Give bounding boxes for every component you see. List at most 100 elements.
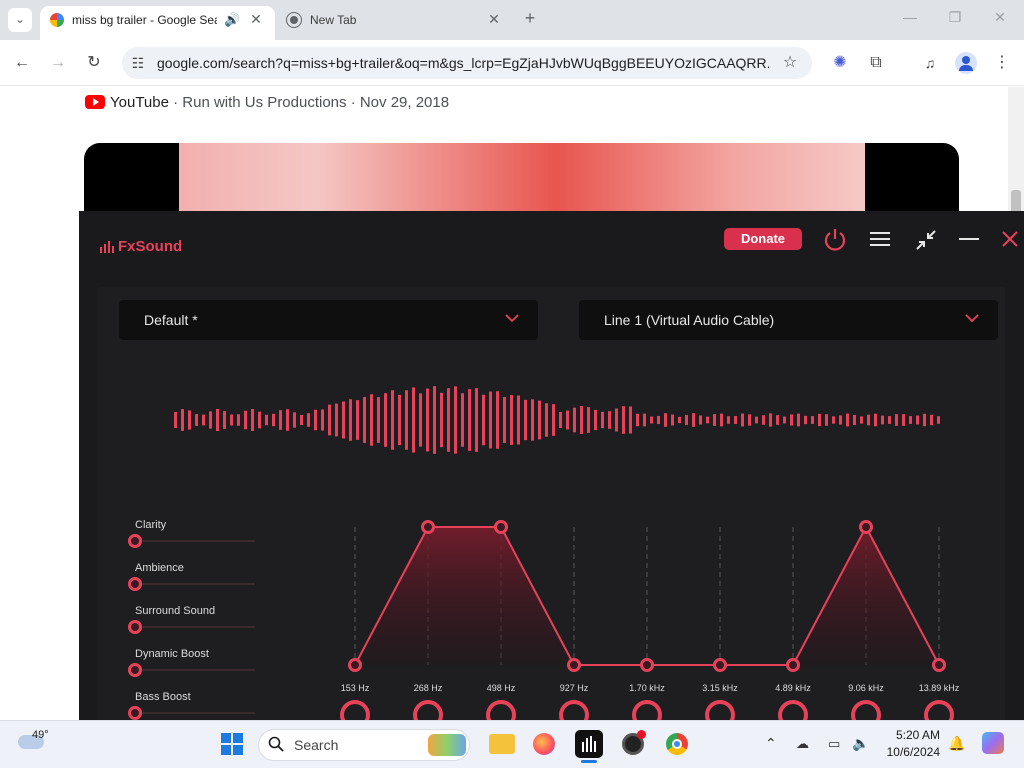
media-control-icon[interactable]: ♫ xyxy=(920,53,940,73)
eq-band-handle[interactable] xyxy=(786,658,800,672)
visualizer-bar xyxy=(734,416,737,424)
tab-title[interactable]: New Tab xyxy=(310,13,460,27)
search-placeholder[interactable]: Search xyxy=(294,737,338,753)
network-icon[interactable]: ▭ xyxy=(828,736,840,752)
close-tab-icon[interactable]: ✕ xyxy=(248,11,264,28)
eq-band-handle[interactable] xyxy=(713,658,727,672)
clock-date[interactable]: 10/6/2024 xyxy=(870,745,940,759)
visualizer-bar xyxy=(384,393,387,447)
file-explorer-icon[interactable] xyxy=(489,734,515,754)
close-tab-icon[interactable]: ✕ xyxy=(486,11,502,28)
firefox-icon[interactable] xyxy=(533,733,555,755)
url-text[interactable]: google.com/search?q=miss+bg+trailer&oq=m… xyxy=(157,55,769,71)
chevron-down-icon[interactable] xyxy=(965,310,979,326)
effect-slider-knob[interactable] xyxy=(128,534,142,548)
eq-band-handle[interactable] xyxy=(421,520,435,534)
visualizer-bar xyxy=(237,414,240,426)
visualizer-bar xyxy=(881,415,884,425)
visualizer-bar xyxy=(272,413,275,427)
effect-slider-track[interactable] xyxy=(135,669,255,671)
eq-band-handle[interactable] xyxy=(640,658,654,672)
eq-gain-dial[interactable] xyxy=(705,700,735,720)
chevron-up-icon[interactable]: ⌃ xyxy=(765,735,777,752)
effect-slider-track[interactable] xyxy=(135,540,255,542)
eq-gain-dial[interactable] xyxy=(778,700,808,720)
minimize-icon[interactable]: — xyxy=(900,9,920,25)
equalizer-graph[interactable]: 153 Hz 268 Hz 498 Hz 927 Hz 1.70 kHz 3.15 kHz… xyxy=(330,515,970,720)
effect-slider-track[interactable] xyxy=(135,626,255,628)
visualizer-bar xyxy=(279,410,282,430)
windows-start-icon[interactable] xyxy=(221,733,243,755)
close-window-icon[interactable]: ✕ xyxy=(990,9,1010,26)
donate-button[interactable]: Donate xyxy=(724,228,802,250)
visualizer-bar xyxy=(559,411,562,429)
fxsound-taskbar-icon[interactable] xyxy=(575,730,603,758)
volume-icon[interactable]: 🔈 xyxy=(852,735,869,752)
visualizer-bar xyxy=(188,410,191,430)
eq-band-handle[interactable] xyxy=(494,520,508,534)
eq-gain-dial[interactable] xyxy=(851,700,881,720)
eq-gain-dial[interactable] xyxy=(924,700,954,720)
visualizer-bar xyxy=(356,400,359,440)
result-source[interactable]: YouTube · Run with Us Productions · Nov … xyxy=(110,94,449,111)
forward-icon[interactable]: → xyxy=(48,53,68,73)
hamburger-menu-icon[interactable] xyxy=(869,231,891,247)
fx-close-icon[interactable] xyxy=(1001,230,1019,248)
active-app-indicator xyxy=(581,760,597,763)
eq-gain-dial[interactable] xyxy=(413,700,443,720)
visualizer-bar xyxy=(335,403,338,437)
result-source-name[interactable]: YouTube xyxy=(110,94,169,111)
eq-band-handle[interactable] xyxy=(859,520,873,534)
power-icon[interactable] xyxy=(822,227,848,253)
visualizer-bar xyxy=(405,390,408,450)
effect-slider-knob[interactable] xyxy=(128,620,142,634)
copilot-icon[interactable] xyxy=(982,732,1004,754)
visualizer-bar xyxy=(804,415,807,425)
profile-avatar-icon[interactable] xyxy=(955,52,977,74)
reload-icon[interactable]: ↻ xyxy=(84,53,104,73)
back-icon[interactable]: ← xyxy=(12,53,32,73)
speaker-icon[interactable]: 🔊 xyxy=(224,12,240,28)
eq-band-handle[interactable] xyxy=(348,658,362,672)
effect-label: Clarity xyxy=(135,519,167,531)
menu-kebab-icon[interactable]: ⋮ xyxy=(992,53,1012,73)
output-device-dropdown[interactable]: Line 1 (Virtual Audio Cable) xyxy=(579,300,998,340)
eq-band-handle[interactable] xyxy=(932,658,946,672)
effect-slider-knob[interactable] xyxy=(128,706,142,720)
eq-gain-dial[interactable] xyxy=(486,700,516,720)
fx-minimize-icon[interactable] xyxy=(959,238,979,240)
tab-search-button[interactable]: ⌄ xyxy=(8,8,32,32)
visualizer-bar xyxy=(265,414,268,426)
notification-bell-icon[interactable]: 🔔 xyxy=(948,735,965,752)
collapse-icon[interactable] xyxy=(915,229,937,251)
effect-slider-knob[interactable] xyxy=(128,663,142,677)
visualizer-bar xyxy=(741,413,744,427)
visualizer-bar xyxy=(538,400,541,440)
eq-gain-dial[interactable] xyxy=(559,700,589,720)
chevron-down-icon[interactable] xyxy=(505,310,519,326)
site-info-icon[interactable]: ☷ xyxy=(128,53,148,73)
restore-icon[interactable]: ❐ xyxy=(945,9,965,26)
new-tab-icon[interactable]: + xyxy=(520,8,540,29)
google-favicon-icon xyxy=(50,13,64,27)
eq-gain-dial[interactable] xyxy=(632,700,662,720)
visualizer-bar xyxy=(706,416,709,424)
search-highlight-icon[interactable] xyxy=(428,734,466,756)
youtube-play-glyph xyxy=(93,98,99,106)
eq-band-handle[interactable] xyxy=(567,658,581,672)
preset-dropdown[interactable]: Default * xyxy=(119,300,538,340)
extension-gear-icon[interactable]: ✺ xyxy=(830,53,850,73)
bookmark-star-icon[interactable]: ☆ xyxy=(780,53,800,73)
effect-slider-track[interactable] xyxy=(135,712,255,714)
chrome-taskbar-icon[interactable] xyxy=(666,733,688,755)
effect-slider-track[interactable] xyxy=(135,583,255,585)
visualizer-bar xyxy=(937,416,940,424)
extensions-puzzle-icon[interactable]: ⧉ xyxy=(866,53,886,73)
visualizer-bar xyxy=(300,414,303,426)
visualizer-bar xyxy=(503,396,506,444)
clock-time[interactable]: 5:20 AM xyxy=(878,728,940,742)
eq-gain-dial[interactable] xyxy=(340,700,370,720)
effect-slider-knob[interactable] xyxy=(128,577,142,591)
weather-temp[interactable]: 49° xyxy=(32,729,49,741)
cloud-offline-icon[interactable]: ☁ xyxy=(796,736,809,752)
